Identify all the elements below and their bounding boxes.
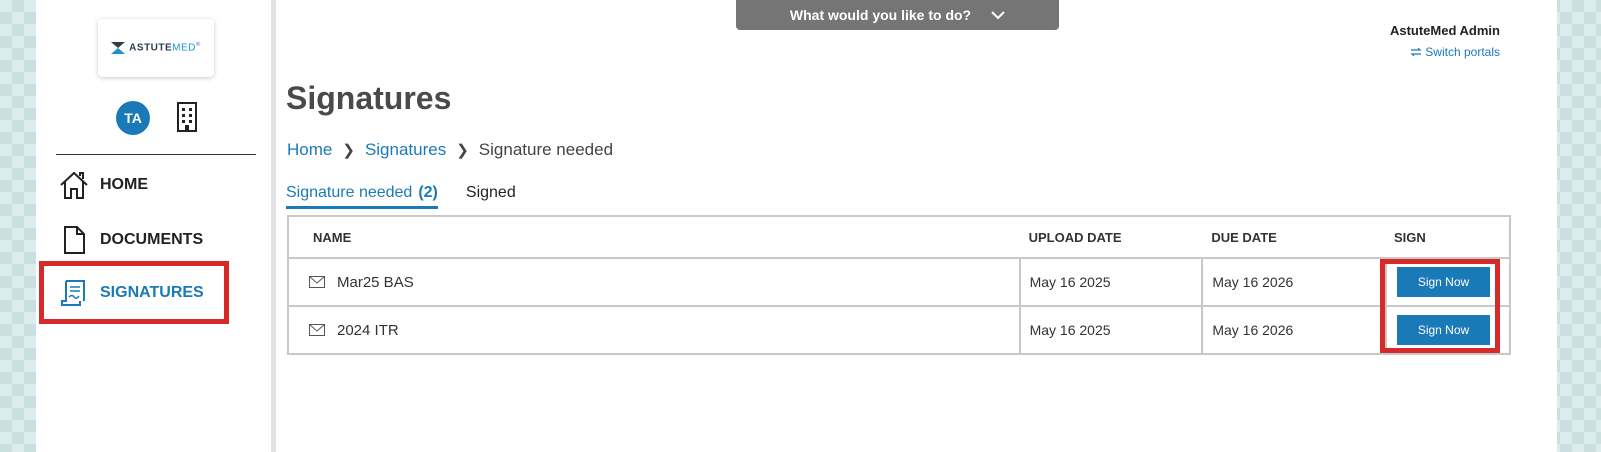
chevron-down-icon <box>991 11 1005 20</box>
chevron-right-icon: ❯ <box>456 142 469 159</box>
upload-date: May 16 2025 <box>1018 306 1203 355</box>
chevron-right-icon: ❯ <box>342 142 355 159</box>
home-icon <box>60 171 88 199</box>
sidebar-item-signatures[interactable]: SIGNATURES <box>39 261 229 324</box>
document-icon <box>64 226 85 254</box>
table-header-row: NAME UPLOAD DATE DUE DATE SIGN <box>288 216 1510 259</box>
document-name[interactable]: 2024 ITR <box>337 322 399 339</box>
tab-label: Signed <box>465 184 516 201</box>
tab-bar: Signature needed (2) Signed <box>286 184 516 209</box>
sidebar-item-label: HOME <box>100 176 148 193</box>
action-menu-label: What would you like to do? <box>789 7 972 23</box>
logo-mark-icon <box>111 42 126 54</box>
signatures-table: NAME UPLOAD DATE DUE DATE SIGN Mar25 BAS <box>287 215 1511 355</box>
app-frame: ASTUTEMED® TA HOME DOCUMENTS SIGNATURES … <box>36 0 1557 452</box>
sign-now-button[interactable]: Sign Now <box>1397 315 1491 345</box>
due-date: May 16 2026 <box>1201 258 1387 307</box>
tab-count: (2) <box>418 184 438 201</box>
page-title: Signatures <box>286 80 452 116</box>
due-date: May 16 2026 <box>1201 306 1387 355</box>
tab-signed[interactable]: Signed <box>466 184 516 209</box>
switch-portals-label: Switch portals <box>1425 45 1500 59</box>
envelope-icon <box>309 324 325 336</box>
table-row: Mar25 BAS May 16 2025 May 16 2026 Sign N… <box>288 258 1510 307</box>
portal-name: AstuteMed Admin <box>1389 23 1500 38</box>
table-row: 2024 ITR May 16 2025 May 16 2026 Sign No… <box>288 306 1510 355</box>
breadcrumb-home[interactable]: Home <box>287 140 332 160</box>
breadcrumb-signatures[interactable]: Signatures <box>365 140 446 160</box>
swap-arrows-icon <box>1410 47 1422 57</box>
column-header-due-date[interactable]: DUE DATE <box>1202 216 1387 259</box>
company-logo[interactable]: ASTUTEMED® <box>98 19 214 77</box>
envelope-icon <box>309 276 325 288</box>
user-avatar[interactable]: TA <box>116 101 150 135</box>
upload-date: May 16 2025 <box>1018 258 1203 307</box>
signature-icon <box>61 279 85 306</box>
column-header-name[interactable]: NAME <box>288 216 1020 259</box>
breadcrumb: Home ❯ Signatures ❯ Signature needed <box>287 140 613 160</box>
sidebar: ASTUTEMED® TA HOME DOCUMENTS SIGNATURES <box>36 0 276 452</box>
sidebar-divider <box>56 154 256 155</box>
sidebar-item-label: SIGNATURES <box>100 283 204 301</box>
tab-label: Signature needed <box>286 184 413 201</box>
logo-text: ASTUTEMED® <box>129 42 201 54</box>
switch-portals-link[interactable]: Switch portals <box>1410 45 1500 59</box>
column-header-sign: SIGN <box>1386 216 1510 259</box>
breadcrumb-current: Signature needed <box>478 140 614 159</box>
sidebar-item-documents[interactable]: DOCUMENTS <box>58 222 203 258</box>
tab-signature-needed[interactable]: Signature needed (2) <box>286 184 438 209</box>
document-name[interactable]: Mar25 BAS <box>337 274 414 291</box>
sidebar-item-home[interactable]: HOME <box>58 167 148 203</box>
sign-now-button[interactable]: Sign Now <box>1397 267 1491 297</box>
sidebar-item-label: DOCUMENTS <box>100 231 204 248</box>
column-header-upload-date[interactable]: UPLOAD DATE <box>1019 216 1203 259</box>
action-menu-dropdown[interactable]: What would you like to do? <box>736 0 1059 30</box>
building-icon[interactable] <box>176 101 198 133</box>
